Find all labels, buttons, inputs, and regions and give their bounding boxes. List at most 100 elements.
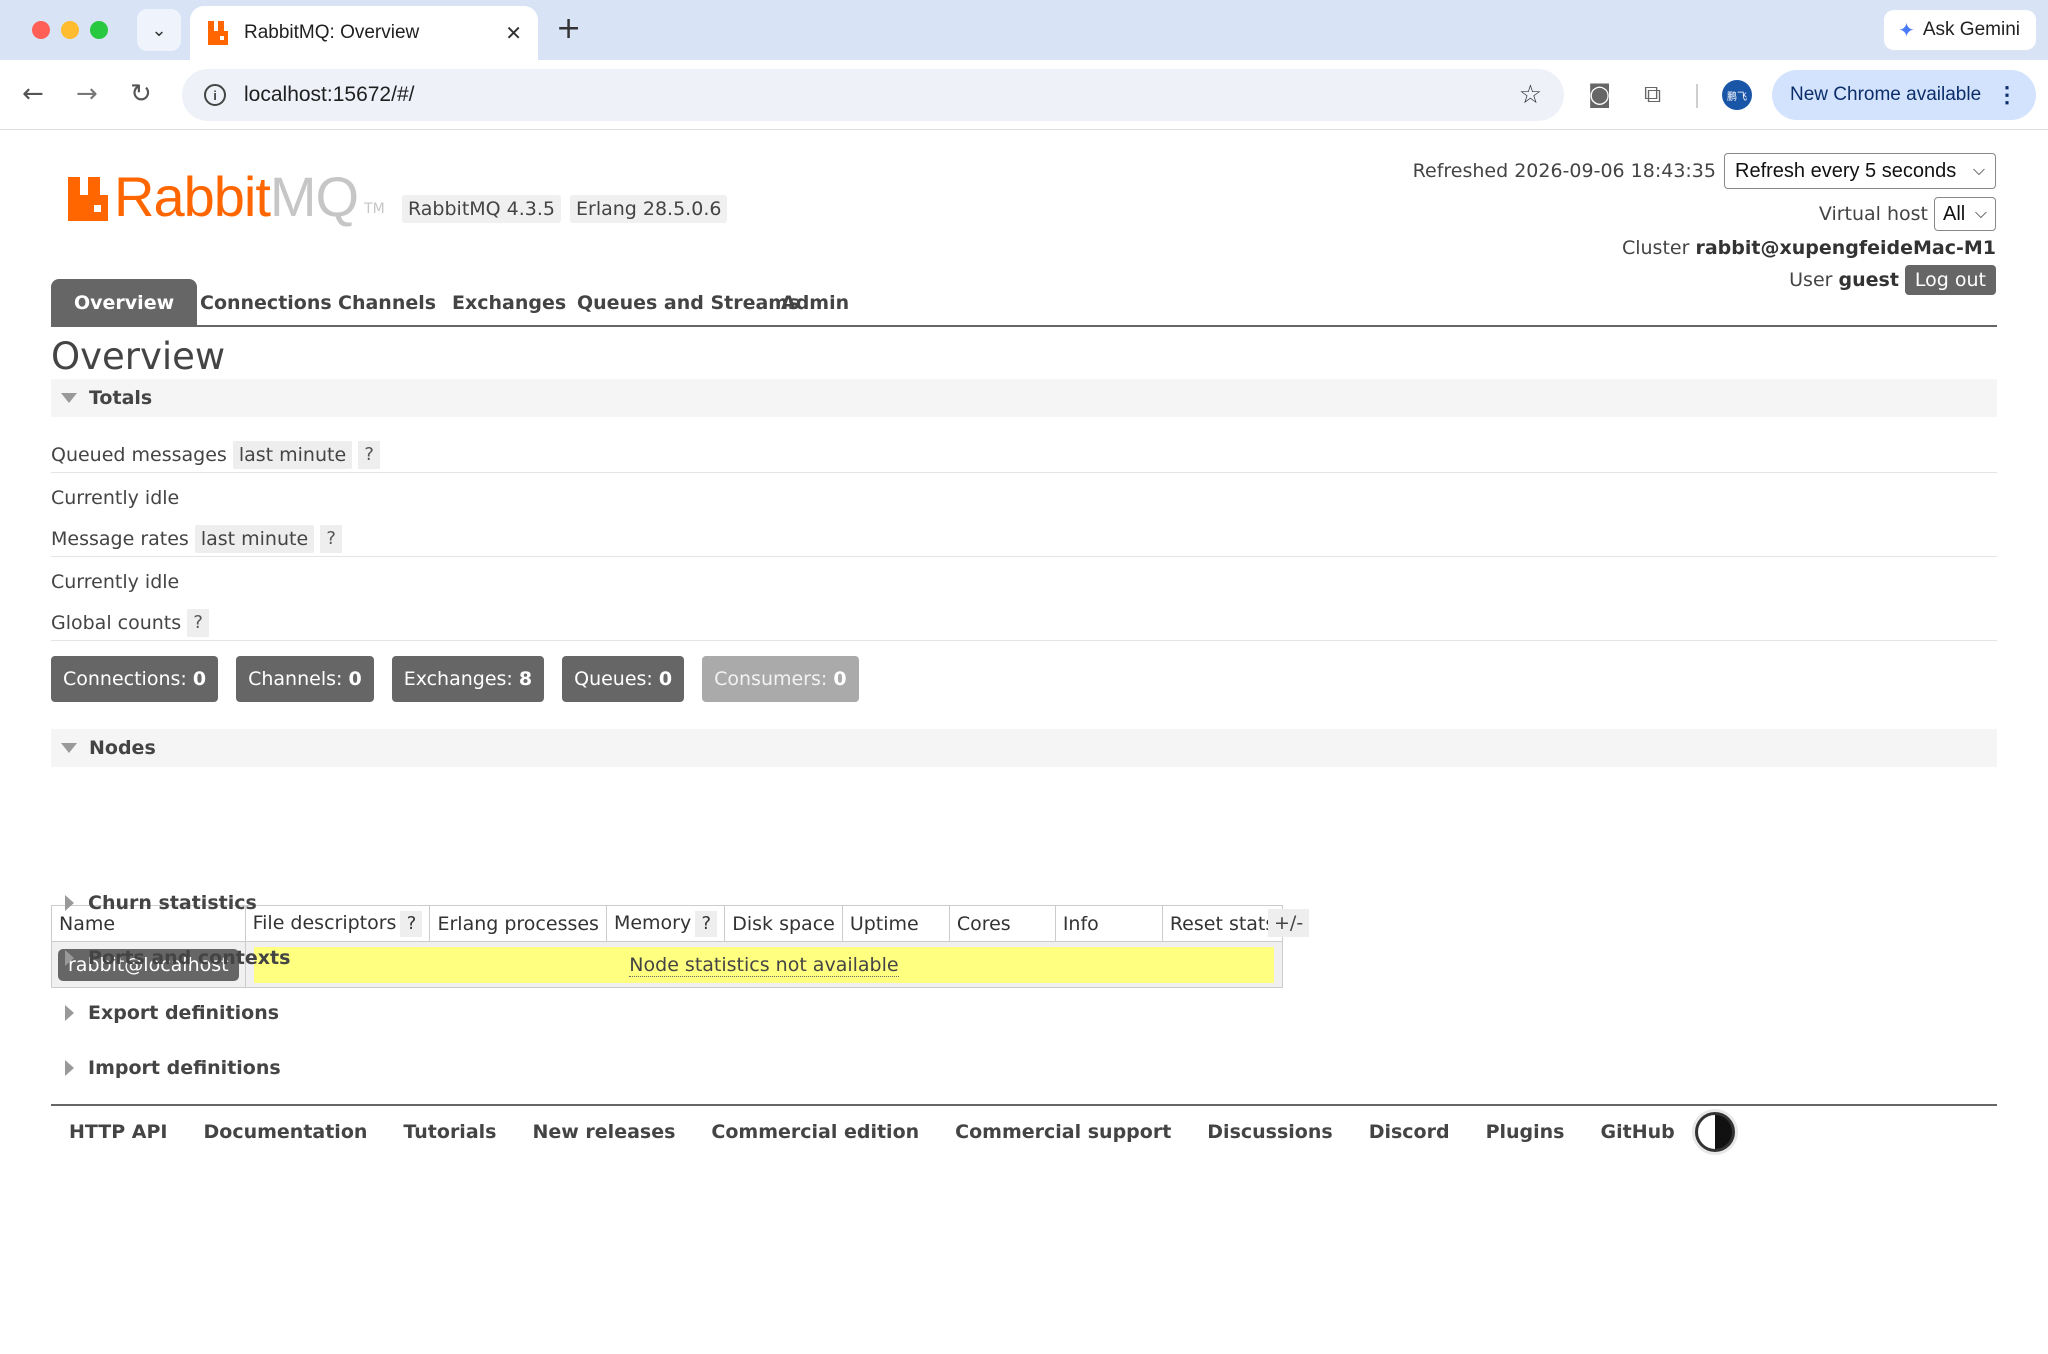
browser-tab-strip: ⌄ RabbitMQ: Overview ✕ + ✦ Ask Gemini xyxy=(0,0,2048,60)
update-chrome-button[interactable]: New Chrome available ⋮ xyxy=(1772,70,2036,120)
exchanges-count-button[interactable]: Exchanges: 8 xyxy=(391,656,545,702)
consumers-count-value: 0 xyxy=(833,668,847,690)
connections-count-label: Connections: xyxy=(63,668,187,690)
import-definitions-title: Import definitions xyxy=(88,1057,281,1079)
url-text[interactable]: localhost:15672/#/ xyxy=(244,83,1519,107)
browser-tab[interactable]: RabbitMQ: Overview ✕ xyxy=(190,6,538,60)
message-rates-help[interactable]: ? xyxy=(320,524,343,553)
footer-link-plugins[interactable]: Plugins xyxy=(1486,1121,1565,1143)
update-chrome-label: New Chrome available xyxy=(1790,84,1982,105)
extensions-icon[interactable]: ⧉ xyxy=(1644,80,1661,108)
chevron-down-icon: ⌵ xyxy=(1972,162,1985,179)
nodes-title: Nodes xyxy=(89,737,156,759)
virtual-host-filter: Virtual host All ⌵ xyxy=(1819,197,1996,231)
totals-title: Totals xyxy=(89,387,153,409)
tab-overview[interactable]: Overview xyxy=(51,279,198,327)
search-tabs-icon[interactable]: ⌄ xyxy=(137,9,181,51)
message-rates-idle: Currently idle xyxy=(51,571,180,593)
exchanges-count-label: Exchanges: xyxy=(403,668,513,690)
collapsed-triangle-icon xyxy=(65,895,74,911)
node-stats-unavailable-banner: Node statistics not available xyxy=(253,946,1275,983)
export-definitions-section[interactable]: Export definitions xyxy=(51,996,279,1030)
import-definitions-section[interactable]: Import definitions xyxy=(51,1051,281,1085)
refreshed-timestamp: Refreshed 2026-09-06 18:43:35 xyxy=(1412,160,1716,182)
queues-count-label: Queues: xyxy=(574,668,653,690)
column-header-info: Info xyxy=(1054,905,1163,942)
consumers-count-label: Consumers: xyxy=(714,668,828,690)
ports-and-contexts-title: Ports and contexts xyxy=(88,947,291,969)
churn-statistics-title: Churn statistics xyxy=(88,892,257,914)
column-header-reset-stats: Reset stats xyxy=(1161,905,1284,942)
logo-text-rabbit: Rabbit xyxy=(114,165,271,228)
theme-toggle-icon[interactable] xyxy=(1694,1112,1735,1152)
churn-statistics-section[interactable]: Churn statistics xyxy=(51,886,257,920)
columns-toggle-button[interactable]: +/- xyxy=(1268,909,1310,937)
footer-link-tutorials[interactable]: Tutorials xyxy=(403,1121,496,1143)
cluster-info: Cluster rabbit@xupengfeideMac-M1 xyxy=(1622,237,1996,259)
collapsed-triangle-icon xyxy=(65,950,74,966)
kebab-menu-icon[interactable]: ⋮ xyxy=(1996,82,2018,108)
tab-close-icon[interactable]: ✕ xyxy=(505,21,522,45)
footer-link-github[interactable]: GitHub xyxy=(1601,1121,1675,1143)
footer-link-discord[interactable]: Discord xyxy=(1369,1121,1450,1143)
column-header-uptime: Uptime xyxy=(841,905,950,942)
browser-toolbar: ← → ↻ i localhost:15672/#/ ☆ ◙ ⧉ 鹏飞 New … xyxy=(0,60,2048,130)
queued-messages-help[interactable]: ? xyxy=(358,440,381,469)
queues-count-value: 0 xyxy=(658,668,673,690)
expanded-triangle-icon xyxy=(61,393,77,403)
queued-messages-heading: Queued messages last minute ? xyxy=(51,437,1997,473)
star-icon[interactable]: ☆ xyxy=(1519,80,1542,110)
channels-count-button[interactable]: Channels: 0 xyxy=(236,656,374,702)
footer-link-commercial-support[interactable]: Commercial support xyxy=(955,1121,1171,1143)
nodes-section-header[interactable]: Nodes xyxy=(51,729,1997,767)
collapsed-triangle-icon xyxy=(65,1060,74,1076)
rabbitmq-page: Rabbit MQ TM RabbitMQ 4.3.5 Erlang 28.5.… xyxy=(0,131,2048,1354)
connections-count-button[interactable]: Connections: 0 xyxy=(51,656,219,702)
message-rates-heading: Message rates last minute ? xyxy=(51,521,1997,557)
forward-arrow-icon[interactable]: → xyxy=(76,78,98,110)
profile-avatar[interactable]: 鹏飞 xyxy=(1722,80,1752,110)
ask-gemini-button[interactable]: ✦ Ask Gemini xyxy=(1884,10,2036,50)
site-info-icon[interactable]: i xyxy=(204,84,226,106)
footer-link-commercial-edition[interactable]: Commercial edition xyxy=(711,1121,919,1143)
node-status-cell: Node statistics not available xyxy=(244,941,1284,988)
queues-count-button[interactable]: Queues: 0 xyxy=(562,656,685,702)
virtual-host-label: Virtual host xyxy=(1818,203,1928,225)
new-tab-button[interactable]: + xyxy=(556,12,581,46)
rabbitmq-favicon-icon xyxy=(206,21,230,45)
erlang-version: Erlang 28.5.0.6 xyxy=(570,195,728,223)
collapsed-triangle-icon xyxy=(65,1005,74,1021)
global-counts-help[interactable]: ? xyxy=(187,608,210,637)
browser-tab-title: RabbitMQ: Overview xyxy=(244,22,420,43)
refresh-interval-select[interactable]: Refresh every 5 seconds ⌵ xyxy=(1724,153,1996,189)
global-counts-heading: Global counts ? xyxy=(51,605,1997,641)
minimize-window-button[interactable] xyxy=(61,21,79,39)
rabbitmq-logo[interactable]: Rabbit MQ TM xyxy=(68,169,385,225)
back-arrow-icon[interactable]: ← xyxy=(22,78,44,110)
queued-messages-range[interactable]: last minute xyxy=(232,440,353,469)
footer-link-new-releases[interactable]: New releases xyxy=(532,1121,675,1143)
footer-link-documentation[interactable]: Documentation xyxy=(204,1121,368,1143)
close-window-button[interactable] xyxy=(32,21,50,39)
memory-help[interactable]: ? xyxy=(695,910,718,937)
reload-icon[interactable]: ↻ xyxy=(130,78,152,110)
tab-admin[interactable]: Admin xyxy=(758,279,872,327)
virtual-host-value: All xyxy=(1943,202,1966,225)
global-counts-label: Global counts xyxy=(51,611,182,634)
maximize-window-button[interactable] xyxy=(90,21,108,39)
column-header-disk-space: Disk space xyxy=(724,905,843,942)
file-descriptors-help[interactable]: ? xyxy=(400,910,423,937)
footer-link-discussions[interactable]: Discussions xyxy=(1207,1121,1332,1143)
global-counts-row: Connections: 0 Channels: 0 Exchanges: 8 … xyxy=(51,656,877,702)
consumers-count-button: Consumers: 0 xyxy=(702,656,859,702)
gemini-sparkle-icon: ✦ xyxy=(1898,19,1915,42)
connections-count-value: 0 xyxy=(192,668,207,690)
totals-section-header[interactable]: Totals xyxy=(51,379,1997,417)
ports-and-contexts-section[interactable]: Ports and contexts xyxy=(51,941,290,975)
message-rates-range[interactable]: last minute xyxy=(194,524,315,553)
address-bar[interactable]: i localhost:15672/#/ ☆ xyxy=(182,69,1564,121)
camera-icon[interactable]: ◙ xyxy=(1588,80,1611,108)
footer-link-http-api[interactable]: HTTP API xyxy=(69,1121,168,1143)
virtual-host-select[interactable]: All ⌵ xyxy=(1934,197,1996,231)
node-stats-unavailable-text[interactable]: Node statistics not available xyxy=(629,953,899,977)
